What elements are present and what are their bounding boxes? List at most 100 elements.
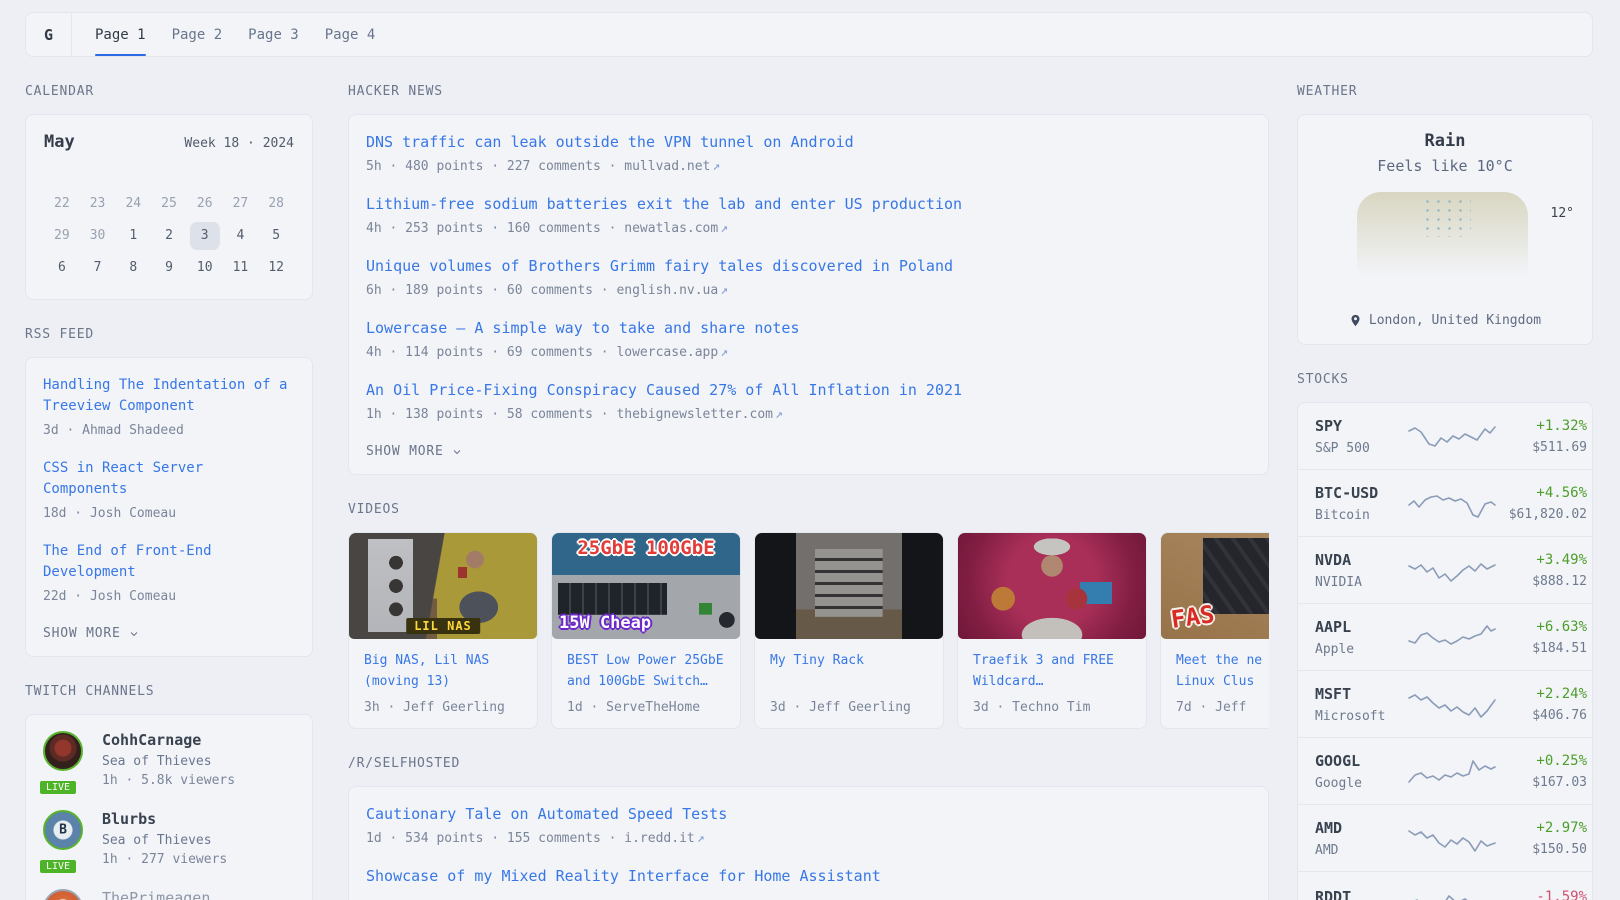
video-title[interactable]: Meet the neLinux Clus xyxy=(1176,650,1269,692)
feed-item-meta: 18d · Josh Comeau xyxy=(43,506,295,521)
video-title[interactable]: Traefik 3 and FREE Wildcard… xyxy=(973,650,1131,692)
feed-item-title[interactable]: Handling The Indentation of a Treeview C… xyxy=(43,375,295,417)
page-tab[interactable]: Page 1 xyxy=(95,13,146,56)
twitch-section-title: TWITCH CHANNELS xyxy=(25,684,313,699)
stock-change: +4.56% xyxy=(1497,485,1587,501)
stock-symbol-block: NVDA NVIDIA xyxy=(1315,551,1407,590)
video-thumbnail[interactable]: LIL NAS xyxy=(349,533,537,639)
twitch-channel-info: ThePrimeagen xyxy=(102,889,210,900)
page-tabs: Page 1 Page 2 Page 3 Page 4 xyxy=(72,13,401,56)
stock-ticker: AAPL xyxy=(1315,618,1407,636)
stock-row[interactable]: RDDT -1.59% xyxy=(1298,872,1592,900)
stock-row[interactable]: SPY S&P 500 +1.32% $511.69 xyxy=(1298,403,1592,470)
rss-show-more-button[interactable]: SHOW MORE xyxy=(43,624,295,641)
video-thumbnail[interactable]: FAS xyxy=(1161,533,1269,639)
video-thumbnail[interactable]: 25GbE 100GbE 15W Cheap xyxy=(552,533,740,639)
stock-values: +2.97% $150.50 xyxy=(1497,820,1587,857)
video-card: LIL NAS Big NAS, Lil NAS (moving 13) 3h … xyxy=(348,532,538,729)
calendar-week-year: Week 18 · 2024 xyxy=(184,136,294,151)
weather-section-title: WEATHER xyxy=(1297,84,1593,99)
channel-meta: 1h · 5.8k viewers xyxy=(102,773,235,788)
feed-item-title[interactable]: Lowercase – A simple way to take and sha… xyxy=(366,318,1251,339)
video-info: BEST Low Power 25GbE and 100GbE Switch… … xyxy=(552,639,740,728)
external-link-icon: ↗ xyxy=(697,831,705,846)
video-meta: 3d · Jeff Geerling xyxy=(770,700,928,715)
calendar-day: 10 xyxy=(187,253,223,283)
live-badge: LIVE xyxy=(38,779,78,796)
feed-item-title[interactable]: CSS in React Server Components xyxy=(43,458,295,500)
feed-item: Cautionary Tale on Automated Speed Tests… xyxy=(366,804,1251,846)
video-info: Meet the neLinux Clus 7d · Jeff xyxy=(1161,639,1269,728)
videos-section-title: VIDEOS xyxy=(348,502,1269,517)
video-title[interactable]: My Tiny Rack xyxy=(770,650,928,692)
feed-item-title[interactable]: Cautionary Tale on Automated Speed Tests xyxy=(366,804,1251,825)
feed-item-meta-text: 5h · 480 points · 227 comments · mullvad… xyxy=(366,159,710,174)
stock-sparkline xyxy=(1407,825,1497,853)
stock-name: Bitcoin xyxy=(1315,508,1407,523)
video-meta: 7d · Jeff xyxy=(1176,700,1269,715)
app-logo[interactable]: G xyxy=(26,13,72,56)
channel-name: Blurbs xyxy=(102,810,227,828)
stock-row[interactable]: NVDA NVIDIA +3.49% $888.12 xyxy=(1298,537,1592,604)
feed-item-title[interactable]: Unique volumes of Brothers Grimm fairy t… xyxy=(366,256,1251,277)
calendar-day: 25 xyxy=(151,189,187,219)
stock-spark-wrap xyxy=(1407,886,1497,900)
feed-item-meta: 1d · 534 points · 155 comments · i.redd.… xyxy=(366,831,1251,846)
stock-change: -1.59% xyxy=(1497,889,1587,900)
calendar-day: 22 xyxy=(44,189,80,219)
stock-row[interactable]: AMD AMD +2.97% $150.50 xyxy=(1298,805,1592,872)
stock-row[interactable]: MSFT Microsoft +2.24% $406.76 xyxy=(1298,671,1592,738)
stock-row[interactable]: BTC-USD Bitcoin +4.56% $61,820.02 xyxy=(1298,470,1592,537)
stocks-card: SPY S&P 500 +1.32% $511.69 BTC-USD Bitco… xyxy=(1297,402,1593,900)
calendar-day: 12 xyxy=(258,253,294,283)
calendar-day: 3 xyxy=(187,221,223,251)
stock-row[interactable]: GOOGL Google +0.25% $167.03 xyxy=(1298,738,1592,805)
stock-change: +0.25% xyxy=(1497,753,1587,769)
calendar-weekday xyxy=(258,165,294,189)
stock-change: +1.32% xyxy=(1497,418,1587,434)
external-link-icon: ↗ xyxy=(720,345,728,360)
stock-row[interactable]: AAPL Apple +6.63% $184.51 xyxy=(1298,604,1592,671)
feed-item-title[interactable]: An Oil Price-Fixing Conspiracy Caused 27… xyxy=(366,380,1251,401)
twitch-channel-row[interactable]: LIVE CohhCarnage Sea of Thieves 1h · 5.8… xyxy=(43,731,295,788)
stock-ticker: RDDT xyxy=(1315,888,1407,900)
external-link-icon: ↗ xyxy=(720,283,728,298)
feed-item-meta-text: 4h · 253 points · 160 comments · newatla… xyxy=(366,221,718,236)
stock-spark-wrap xyxy=(1407,624,1497,652)
stock-price: $406.76 xyxy=(1497,708,1587,723)
weather-bars xyxy=(1316,192,1574,280)
calendar-day: 11 xyxy=(223,253,259,283)
video-thumbnail[interactable] xyxy=(755,533,943,639)
calendar-day: 1 xyxy=(115,221,151,251)
calendar-section-title: CALENDAR xyxy=(25,84,313,99)
page-tab[interactable]: Page 4 xyxy=(325,13,376,56)
weather-card: Rain Feels like 10°C 12° London, United … xyxy=(1297,114,1593,345)
show-more-label: SHOW MORE xyxy=(366,444,444,459)
feed-item-meta-text: 18d · Josh Comeau xyxy=(43,506,176,521)
stock-symbol-block: AMD AMD xyxy=(1315,819,1407,858)
video-title[interactable]: Big NAS, Lil NAS (moving 13) xyxy=(364,650,522,692)
calendar-day: 28 xyxy=(258,189,294,219)
feed-item-title[interactable]: DNS traffic can leak outside the VPN tun… xyxy=(366,132,1251,153)
current-temp-label: 12° xyxy=(1551,206,1574,221)
stock-spark-wrap xyxy=(1407,691,1497,719)
twitch-channel-row[interactable]: LIVE Blurbs Sea of Thieves 1h · 277 view… xyxy=(43,810,295,867)
stock-symbol-block: BTC-USD Bitcoin xyxy=(1315,484,1407,523)
feed-item-title[interactable]: Showcase of my Mixed Reality Interface f… xyxy=(366,866,1251,887)
calendar-weekday xyxy=(187,165,223,189)
stock-name: Apple xyxy=(1315,642,1407,657)
page-tab[interactable]: Page 2 xyxy=(172,13,223,56)
hn-show-more-button[interactable]: SHOW MORE xyxy=(366,442,1251,459)
calendar-weekday-row xyxy=(44,165,294,189)
external-link-icon: ↗ xyxy=(775,407,783,422)
video-card: FAS Meet the neLinux Clus 7d · Jeff xyxy=(1160,532,1269,729)
page-tab[interactable]: Page 3 xyxy=(248,13,299,56)
feed-item-title[interactable]: Lithium-free sodium batteries exit the l… xyxy=(366,194,1251,215)
video-title[interactable]: BEST Low Power 25GbE and 100GbE Switch… xyxy=(567,650,725,692)
stock-price: $511.69 xyxy=(1497,440,1587,455)
feed-item-title[interactable]: The End of Front-End Development xyxy=(43,541,295,583)
stock-change: +3.49% xyxy=(1497,552,1587,568)
video-thumbnail[interactable] xyxy=(958,533,1146,639)
twitch-channel-row[interactable]: ThePrimeagen xyxy=(43,889,295,900)
twitch-avatar-wrap xyxy=(43,889,87,900)
